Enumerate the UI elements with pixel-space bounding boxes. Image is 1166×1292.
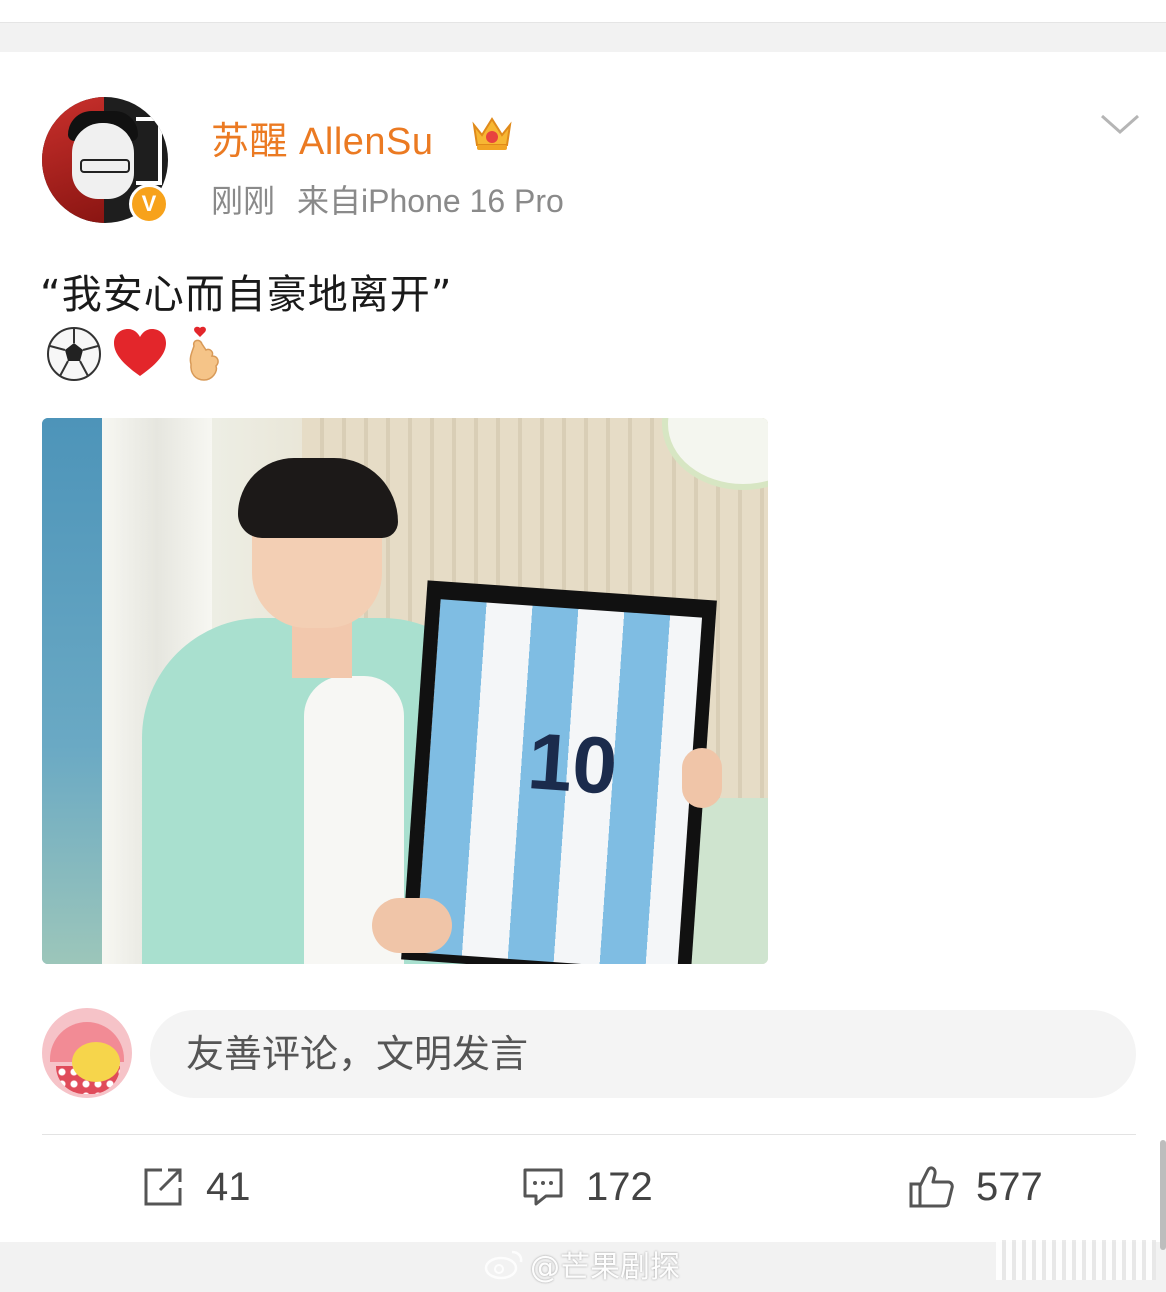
finger-heart-icon: [189, 326, 219, 381]
author-username[interactable]: 苏醒 AllenSu: [211, 110, 434, 165]
repost-count: 41: [206, 1164, 251, 1209]
post-meta: 刚刚 来自iPhone 16 Pro: [211, 176, 564, 222]
like-button[interactable]: 577: [908, 1160, 1043, 1214]
post-emojis: [46, 326, 234, 382]
comment-icon: [523, 1168, 563, 1206]
thumbs-up-icon: [909, 1166, 954, 1208]
next-card-edge: [996, 1240, 1156, 1280]
repost-icon: [144, 1168, 182, 1206]
my-avatar[interactable]: [42, 1008, 132, 1098]
top-section-gap: [0, 0, 1166, 52]
post-text: “我安心而自豪地离开”: [40, 272, 453, 318]
crown-badge-icon[interactable]: [470, 111, 514, 153]
soccer-ball-icon: [47, 327, 101, 381]
comment-button[interactable]: 172: [522, 1160, 653, 1214]
scrollbar[interactable]: [1160, 1140, 1166, 1250]
red-heart-icon: [114, 329, 166, 376]
post-time: 刚刚: [211, 183, 276, 219]
jersey-number: 10: [525, 716, 621, 811]
verified-badge-icon: V: [129, 184, 169, 224]
weibo-logo-icon: [484, 1250, 523, 1280]
comment-input[interactable]: 友善评论，文明发言: [150, 1010, 1136, 1098]
previous-card-bottom: [0, 0, 1166, 22]
post-photo[interactable]: 10: [42, 418, 768, 964]
divider: [42, 1134, 1136, 1135]
watermark: @芒果剧探: [484, 1244, 680, 1285]
like-count: 577: [976, 1164, 1043, 1209]
repost-button[interactable]: 41: [142, 1160, 251, 1214]
divider: [0, 22, 1166, 23]
chevron-down-icon[interactable]: [1100, 112, 1140, 136]
watermark-text: @芒果剧探: [530, 1250, 680, 1285]
post-source: 来自iPhone 16 Pro: [297, 183, 564, 219]
comment-count: 172: [586, 1164, 653, 1209]
